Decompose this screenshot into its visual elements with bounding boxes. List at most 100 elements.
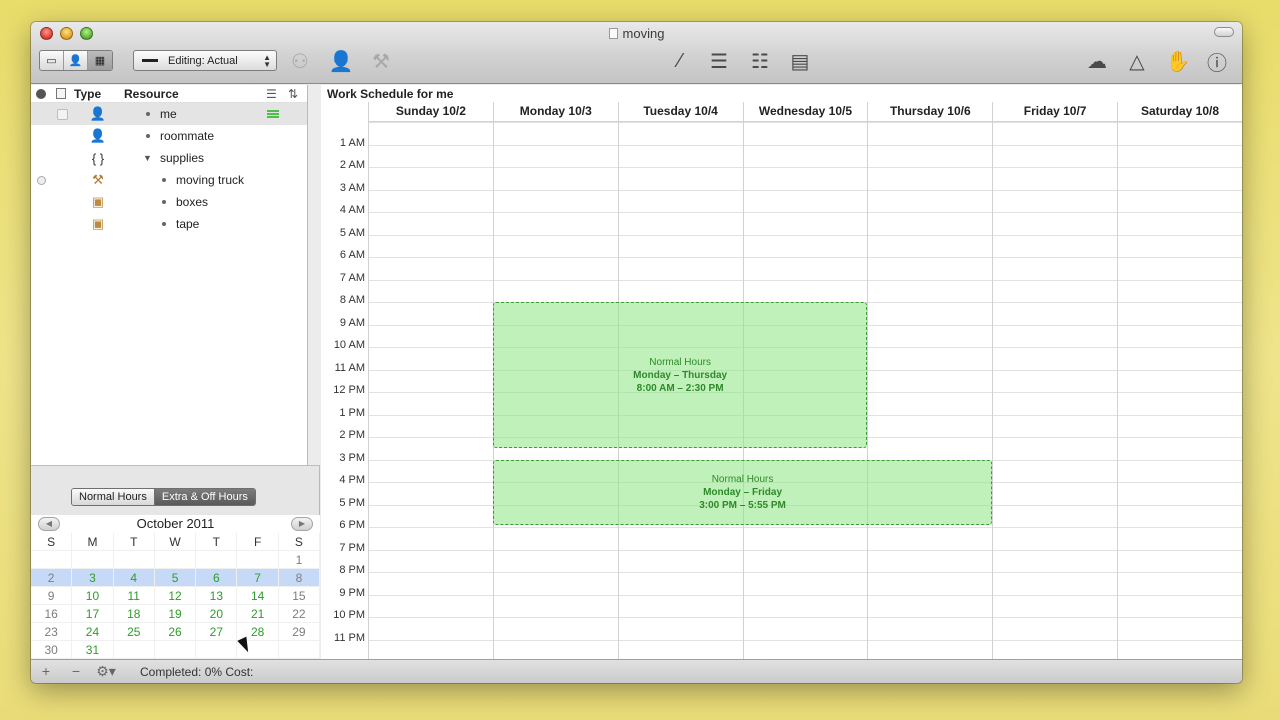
next-month-button[interactable]: ▶: [291, 517, 313, 531]
editing-mode-popup[interactable]: Editing: Actual ▲ ▼: [133, 50, 277, 71]
calendar-day[interactable]: 18: [113, 605, 155, 623]
outline-row-me[interactable]: 👤 me: [31, 103, 307, 125]
add-person-icon[interactable]: 👤: [327, 48, 355, 74]
calendar-day[interactable]: 21: [237, 605, 279, 623]
outline-row-roommate[interactable]: 👤 roommate: [31, 125, 307, 147]
calendar-day[interactable]: 29: [278, 623, 321, 641]
calendar-day[interactable]: 6: [196, 569, 238, 587]
weekday-header: W: [154, 533, 197, 551]
calendar-day: [72, 551, 114, 569]
block-days: Monday – Friday: [703, 486, 782, 498]
status-text: Completed: 0% Cost:: [140, 665, 254, 679]
calendar-day[interactable]: 27: [196, 623, 238, 641]
hour-gridline: [368, 617, 1242, 618]
calendar-day[interactable]: 31: [72, 641, 114, 659]
disclosure-triangle-icon[interactable]: ▼: [143, 153, 152, 163]
calendar-day[interactable]: 24: [72, 623, 114, 641]
resource-name: supplies: [160, 151, 205, 165]
calendar-day[interactable]: 23: [31, 623, 73, 641]
calendar-day[interactable]: 7: [237, 569, 279, 587]
calendar-day[interactable]: 19: [154, 605, 197, 623]
block-time: 8:00 AM – 2:30 PM: [636, 382, 724, 394]
outline-row-moving-truck[interactable]: ⚒ moving truck: [31, 169, 307, 191]
level-resources-icon[interactable]: ☰: [705, 48, 733, 74]
weekday-header: F: [237, 533, 279, 551]
normal-hours-tab[interactable]: Normal Hours: [72, 489, 155, 505]
toolbar: moving ▭ 👤 ▦ Editing: Actual ▲ ▼ ⚇ 👤 ⚒ ⁄ …: [31, 22, 1242, 84]
calendar-day[interactable]: 25: [113, 623, 155, 641]
checkbox-column-icon[interactable]: [56, 88, 66, 99]
calendar-day[interactable]: 26: [154, 623, 197, 641]
baseline-icon: [142, 59, 158, 62]
calendar-day[interactable]: 20: [196, 605, 238, 623]
reports-icon[interactable]: ▤: [786, 48, 814, 74]
add-resource-button[interactable]: +: [35, 662, 57, 680]
calendar-day: [196, 641, 238, 659]
type-column-header[interactable]: Type: [74, 87, 124, 101]
day-column-header: Tuesday 10/4: [617, 102, 743, 121]
block-label: Normal Hours: [649, 356, 711, 368]
calendar-day[interactable]: 1: [278, 551, 321, 569]
outline-row-tape[interactable]: ▣ tape: [31, 213, 307, 235]
resource-view-icon[interactable]: 👤: [64, 51, 88, 70]
action-menu-gear-icon[interactable]: ⚙▾: [93, 662, 119, 680]
calendar-day[interactable]: 17: [72, 605, 114, 623]
equipment-icon: ⚒: [92, 172, 104, 187]
calendar-day[interactable]: 9: [31, 587, 73, 605]
calendar-day[interactable]: 5: [154, 569, 197, 587]
view-mode-switcher: ▭ 👤 ▦: [39, 50, 113, 71]
hour-label: 6 AM: [339, 249, 365, 261]
previous-month-button[interactable]: ◀: [38, 517, 60, 531]
calendar-day[interactable]: 3: [72, 569, 114, 587]
hour-label: 12 PM: [333, 384, 365, 396]
task-view-icon[interactable]: ▭: [40, 51, 64, 70]
columns-menu-icon[interactable]: ☰: [266, 87, 277, 101]
extra-off-hours-tab[interactable]: Extra & Off Hours: [154, 489, 255, 505]
hand-icon[interactable]: ✋: [1164, 48, 1192, 74]
schedule-grid[interactable]: 1 AM 2 AM 3 AM 4 AM 5 AM 6 AM 7 AM 8 AM 9 AM 10 A…: [333, 122, 1242, 659]
hour-gridline: [368, 279, 1242, 281]
fraction-icon[interactable]: ⁄: [666, 48, 694, 74]
hour-label: 7 PM: [339, 541, 365, 554]
calendar-day[interactable]: 2: [31, 569, 73, 587]
hour-label: 5 PM: [339, 496, 365, 509]
block-time: 3:00 PM – 5:55 PM: [699, 499, 786, 511]
remove-resource-button[interactable]: −: [65, 662, 87, 680]
row-checkbox[interactable]: [57, 108, 68, 120]
day-column-header: Sunday 10/2: [368, 102, 493, 121]
calendar-day[interactable]: 10: [72, 587, 114, 605]
note-indicator-icon[interactable]: [37, 175, 46, 185]
calendar-day[interactable]: 14: [237, 587, 279, 605]
calendar-view-icon[interactable]: ▦: [88, 51, 112, 70]
resource-column-header[interactable]: Resource: [124, 87, 179, 101]
hour-label: 1 AM: [339, 136, 365, 149]
add-group-icon[interactable]: ⚇: [286, 48, 314, 74]
cloud-sync-icon[interactable]: ☁: [1083, 48, 1111, 74]
calendar-day[interactable]: 22: [278, 605, 321, 623]
violations-icon[interactable]: △: [1123, 48, 1151, 74]
calendar-day[interactable]: 16: [31, 605, 73, 623]
add-equipment-icon[interactable]: ⚒: [367, 48, 395, 74]
expand-collapse-icon[interactable]: ⇅: [288, 87, 298, 101]
calendar-day: [196, 551, 238, 569]
calendar-day[interactable]: 8: [278, 569, 321, 587]
calendar-day[interactable]: 15: [278, 587, 321, 605]
calendar-day[interactable]: 4: [113, 569, 155, 587]
calendar-day[interactable]: 12: [154, 587, 197, 605]
inspector-icon[interactable]: ⓘ: [1203, 48, 1231, 75]
toolbar-toggle-button[interactable]: [1214, 27, 1234, 37]
block-label: Normal Hours: [711, 473, 774, 485]
calendar-day[interactable]: 13: [196, 587, 238, 605]
outline-row-boxes[interactable]: ▣ boxes: [31, 191, 307, 213]
calendar-day[interactable]: 11: [113, 587, 155, 605]
calendar-day[interactable]: 30: [31, 641, 73, 659]
level-toggle-icon[interactable]: ☷: [746, 48, 774, 74]
hour-label: 4 PM: [339, 474, 365, 486]
resource-name: roommate: [160, 129, 215, 143]
material-icon: ▣: [91, 216, 105, 231]
weekday-header: S: [31, 533, 73, 551]
notes-column-icon[interactable]: [36, 88, 46, 99]
normal-hours-block[interactable]: Normal Hours Monday – Friday 3:00 PM – 5:5…: [492, 459, 993, 526]
outline-row-supplies[interactable]: { } ▼ supplies: [31, 147, 307, 169]
normal-hours-block[interactable]: Normal Hours Monday – Thursday 8:00 AM – 2…: [492, 302, 868, 449]
